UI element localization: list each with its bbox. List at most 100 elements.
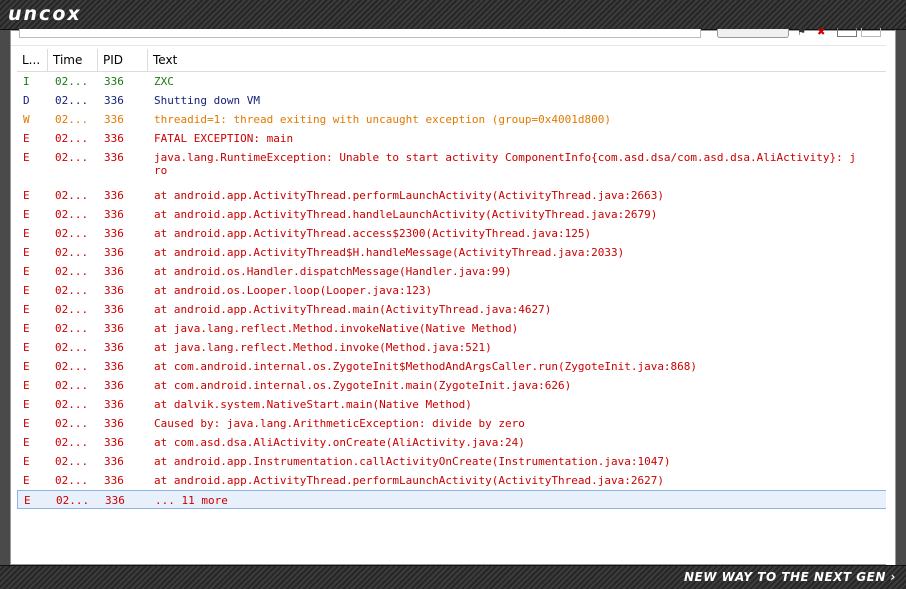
log-level-cell: I xyxy=(23,75,30,88)
log-text-cell: at android.app.Instrumentation.callActiv… xyxy=(154,455,671,468)
filter-input[interactable] xyxy=(19,29,701,38)
site-logo: uncox xyxy=(8,3,82,25)
log-level-cell: E xyxy=(23,322,30,335)
log-row[interactable]: E 02... 336 at android.app.Instrumentation.… xyxy=(17,452,889,471)
log-row[interactable]: E 02... 336 Caused by: java.lang.Arithmetic… xyxy=(17,414,889,433)
logcat-panel: ⚑ ✖ L... Time PID Text I 02... 336 ZXC D 02..… xyxy=(10,28,896,565)
log-pid-cell: 336 xyxy=(104,132,124,145)
top-banner: uncox xyxy=(0,0,906,30)
log-time-cell: 02... xyxy=(55,322,89,335)
log-level-cell: E xyxy=(23,379,30,392)
log-level-cell: E xyxy=(23,360,30,373)
log-text-cell: ... 11 more xyxy=(155,494,228,507)
log-time-cell: 02... xyxy=(55,455,89,468)
log-level-cell: W xyxy=(23,113,30,126)
log-pid-cell: 336 xyxy=(104,75,124,88)
log-row[interactable]: E 02... 336 at android.os.Looper.loop(Loope… xyxy=(17,281,889,300)
log-text-cell: at android.app.ActivityThread.performLau… xyxy=(154,189,664,202)
log-pid-cell: 336 xyxy=(104,303,124,316)
log-text-cell: FATAL EXCEPTION: main xyxy=(154,132,294,145)
log-row[interactable]: E 02... 336 ... 11 more xyxy=(17,490,889,509)
logcat-toolbar: ⚑ ✖ xyxy=(11,28,895,46)
view-icon[interactable] xyxy=(861,28,881,37)
log-pid-cell: 336 xyxy=(104,94,124,107)
log-pid-cell: 336 xyxy=(104,113,124,126)
log-row[interactable]: E 02... 336 at com.android.internal.os.Zygo… xyxy=(17,357,889,376)
log-row[interactable]: E 02... 336 at java.lang.reflect.Method.inv… xyxy=(17,338,889,357)
log-level-cell: E xyxy=(24,494,31,507)
log-text-cell: ZXC xyxy=(154,75,174,88)
log-row[interactable]: E 02... 336 at android.app.ActivityThread.p… xyxy=(17,186,889,205)
log-row[interactable]: W 02... 336 threadid=1: thread exiting with… xyxy=(17,110,889,129)
log-text-cell: at android.os.Handler.dispatchMessage(Ha… xyxy=(154,265,512,278)
log-text-cell: Caused by: java.lang.ArithmeticException… xyxy=(154,417,525,430)
log-time-cell: 02... xyxy=(55,151,89,164)
log-time-cell: 02... xyxy=(55,246,89,259)
log-text-cell: java.lang.RuntimeException: Unable to st… xyxy=(154,151,856,177)
log-text-cell: at dalvik.system.NativeStart.main(Native… xyxy=(154,398,472,411)
log-row[interactable]: I 02... 336 ZXC xyxy=(17,72,889,91)
log-level-cell: D xyxy=(23,94,30,107)
log-row[interactable]: E 02... 336 at android.os.Handler.dispatchM… xyxy=(17,262,889,281)
clear-icon[interactable]: ✖ xyxy=(817,28,825,38)
log-time-cell: 02... xyxy=(55,208,89,221)
column-header-text[interactable]: Text xyxy=(148,49,889,71)
log-time-cell: 02... xyxy=(55,227,89,240)
log-level-cell: E xyxy=(23,303,30,316)
view-icon[interactable] xyxy=(837,28,857,37)
log-time-cell: 02... xyxy=(55,360,89,373)
log-row[interactable]: E 02... 336 at com.android.internal.os.Zygo… xyxy=(17,376,889,395)
bottom-banner: NEW WAY TO THE NEXT GEN › xyxy=(0,565,906,589)
log-pid-cell: 336 xyxy=(104,208,124,221)
log-row[interactable]: D 02... 336 Shutting down VM xyxy=(17,91,889,110)
log-text-cell: at android.app.ActivityThread.access$230… xyxy=(154,227,592,240)
log-time-cell: 02... xyxy=(56,494,90,507)
log-text-cell: at android.app.ActivityThread.performLau… xyxy=(154,474,664,487)
log-time-cell: 02... xyxy=(55,341,89,354)
column-header-level[interactable]: L... xyxy=(17,49,48,71)
filter-icon[interactable]: ⚑ xyxy=(797,28,806,38)
log-row[interactable]: E 02... 336 at android.app.ActivityThread.p… xyxy=(17,471,889,490)
log-level-cell: E xyxy=(23,341,30,354)
log-row[interactable]: E 02... 336 at android.app.ActivityThread.h… xyxy=(17,205,889,224)
log-time-cell: 02... xyxy=(55,94,89,107)
log-row[interactable]: E 02... 336 FATAL EXCEPTION: main xyxy=(17,129,889,148)
log-pid-cell: 336 xyxy=(104,341,124,354)
log-time-cell: 02... xyxy=(55,436,89,449)
log-level-cell: E xyxy=(23,227,30,240)
log-level-cell: E xyxy=(23,265,30,278)
log-time-cell: 02... xyxy=(55,417,89,430)
log-row[interactable]: E 02... 336 at dalvik.system.NativeStart.ma… xyxy=(17,395,889,414)
log-time-cell: 02... xyxy=(55,303,89,316)
column-header-time[interactable]: Time xyxy=(48,49,98,71)
log-time-cell: 02... xyxy=(55,189,89,202)
log-table-header: L... Time PID Text xyxy=(17,49,889,72)
log-row[interactable]: E 02... 336 at com.asd.dsa.AliActivity.onCr… xyxy=(17,433,889,452)
log-row[interactable]: E 02... 336 at android.app.ActivityThread$H… xyxy=(17,243,889,262)
log-pid-cell: 336 xyxy=(105,494,125,507)
scrollbar[interactable] xyxy=(886,45,895,565)
log-pid-cell: 336 xyxy=(104,455,124,468)
log-row[interactable]: E 02... 336 at android.app.ActivityThread.m… xyxy=(17,300,889,319)
log-row[interactable]: E 02... 336 java.lang.RuntimeException: Una… xyxy=(17,148,889,186)
log-level-cell: E xyxy=(23,132,30,145)
log-table-body: I 02... 336 ZXC D 02... 336 Shutting down VM W 02… xyxy=(17,72,889,509)
log-row[interactable]: E 02... 336 at android.app.ActivityThread.a… xyxy=(17,224,889,243)
log-text-cell: at com.asd.dsa.AliActivity.onCreate(AliA… xyxy=(154,436,525,449)
toolbar-button[interactable] xyxy=(717,29,789,38)
log-time-cell: 02... xyxy=(55,398,89,411)
log-level-cell: E xyxy=(23,398,30,411)
log-pid-cell: 336 xyxy=(104,227,124,240)
log-time-cell: 02... xyxy=(55,474,89,487)
log-level-cell: E xyxy=(23,455,30,468)
log-level-cell: E xyxy=(23,474,30,487)
log-text-cell: at android.app.ActivityThread.handleLaun… xyxy=(154,208,658,221)
log-text-cell: at com.android.internal.os.ZygoteInit.ma… xyxy=(154,379,572,392)
log-pid-cell: 336 xyxy=(104,265,124,278)
log-row[interactable]: E 02... 336 at java.lang.reflect.Method.inv… xyxy=(17,319,889,338)
log-pid-cell: 336 xyxy=(104,360,124,373)
log-time-cell: 02... xyxy=(55,265,89,278)
column-header-pid[interactable]: PID xyxy=(98,49,148,71)
log-pid-cell: 336 xyxy=(104,322,124,335)
log-pid-cell: 336 xyxy=(104,284,124,297)
